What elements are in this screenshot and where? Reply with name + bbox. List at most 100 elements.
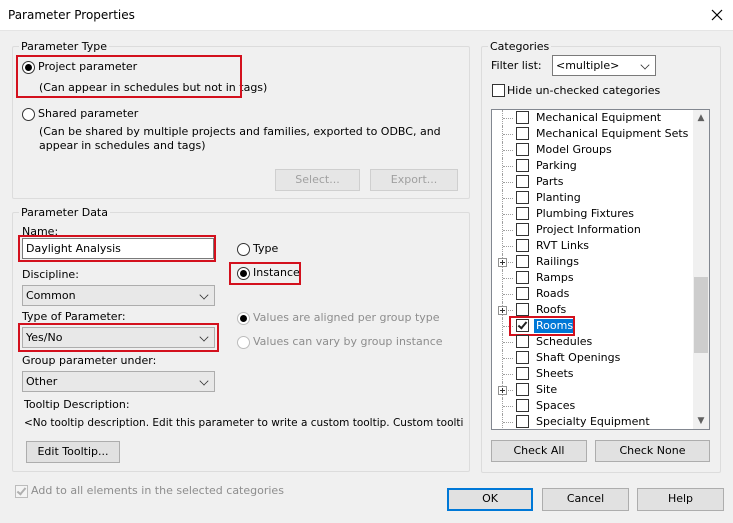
check-none-button[interactable]: Check None	[595, 440, 710, 462]
tree-line	[503, 230, 513, 231]
tree-line	[503, 214, 513, 215]
category-row[interactable]: Ramps	[492, 270, 692, 286]
add-to-all-label: Add to all elements in the selected cate…	[31, 484, 284, 497]
category-row[interactable]: Shaft Openings	[492, 350, 692, 366]
tree-line	[503, 294, 513, 295]
aligned-per-group-radio[interactable]	[237, 312, 250, 325]
category-checkbox[interactable]	[516, 351, 529, 364]
category-checkbox[interactable]	[516, 415, 529, 428]
category-checkbox[interactable]	[516, 367, 529, 380]
cancel-button[interactable]: Cancel	[542, 488, 629, 511]
category-checkbox[interactable]	[516, 207, 529, 220]
tree-line	[503, 246, 513, 247]
category-checkbox[interactable]	[516, 287, 529, 300]
category-row[interactable]: Planting	[492, 190, 692, 206]
shared-parameter-description-2: appear in schedules and tags)	[39, 139, 206, 152]
category-row[interactable]: Plumbing Fixtures	[492, 206, 692, 222]
category-row[interactable]: Mechanical Equipment Sets	[492, 126, 692, 142]
name-highlight	[18, 235, 216, 262]
category-row[interactable]: Model Groups	[492, 142, 692, 158]
add-to-all-checkbox[interactable]	[15, 485, 28, 498]
tree-line	[503, 198, 513, 199]
categories-tree[interactable]: Mechanical Equipment Mechanical Equipment…	[491, 109, 710, 430]
category-checkbox[interactable]	[516, 111, 529, 124]
category-row[interactable]: Parts	[492, 174, 692, 190]
chevron-down-icon	[199, 290, 209, 300]
expand-plus-icon[interactable]	[498, 386, 507, 395]
category-label: Parking	[536, 159, 577, 172]
tree-line	[503, 374, 513, 375]
window-title: Parameter Properties	[8, 8, 135, 22]
category-checkbox[interactable]	[516, 159, 529, 172]
edit-tooltip-button[interactable]: Edit Tooltip...	[26, 441, 120, 463]
scroll-up-icon[interactable]: ▲	[693, 110, 709, 126]
tree-line	[503, 358, 513, 359]
filter-list-dropdown[interactable]: <multiple>	[552, 55, 656, 76]
category-row[interactable]: Parking	[492, 158, 692, 174]
hide-unchecked-label: Hide un-checked categories	[507, 84, 661, 97]
category-row[interactable]: Schedules	[492, 334, 692, 350]
chevron-down-icon	[640, 60, 650, 70]
scrollbar-thumb[interactable]	[694, 277, 708, 353]
category-row[interactable]: Spaces	[492, 398, 692, 414]
category-row[interactable]: Sheets	[492, 366, 692, 382]
category-row[interactable]: Site	[492, 382, 692, 398]
hide-unchecked-checkbox[interactable]	[492, 84, 505, 97]
category-checkbox[interactable]	[516, 239, 529, 252]
category-row[interactable]: Railings	[492, 254, 692, 270]
discipline-value: Common	[26, 289, 76, 302]
group-parameter-under-dropdown[interactable]: Other	[22, 371, 215, 392]
chevron-down-icon	[199, 376, 209, 386]
category-checkbox[interactable]	[516, 223, 529, 236]
discipline-dropdown[interactable]: Common	[22, 285, 215, 306]
categories-title: Categories	[488, 40, 552, 53]
category-label: RVT Links	[536, 239, 590, 252]
category-row[interactable]: Specialty Equipment	[492, 414, 692, 429]
categories-scrollbar[interactable]: ▲ ▼	[693, 110, 709, 429]
category-row[interactable]: RVT Links	[492, 238, 692, 254]
category-label: Railings	[536, 255, 579, 268]
parameter-data-title: Parameter Data	[19, 206, 110, 219]
category-checkbox[interactable]	[516, 399, 529, 412]
category-row[interactable]: Roads	[492, 286, 692, 302]
instance-highlight	[229, 262, 301, 285]
category-row[interactable]: Rooms	[492, 316, 692, 336]
category-label: Project Information	[536, 223, 641, 236]
filter-list-value: <multiple>	[556, 59, 620, 72]
category-checkbox[interactable]	[516, 303, 529, 316]
expand-plus-icon[interactable]	[498, 306, 507, 315]
category-label: Ramps	[536, 271, 574, 284]
discipline-label: Discipline:	[22, 268, 79, 281]
category-label: Schedules	[536, 335, 593, 348]
category-checkbox[interactable]	[516, 383, 529, 396]
tree-line	[503, 422, 513, 423]
close-button[interactable]	[701, 0, 733, 31]
help-button[interactable]: Help	[637, 488, 724, 511]
type-radio-label: Type	[253, 242, 279, 255]
category-row[interactable]: Project Information	[492, 222, 692, 238]
close-icon	[711, 9, 723, 21]
category-checkbox[interactable]	[516, 335, 529, 348]
category-checkbox[interactable]	[516, 271, 529, 284]
aligned-per-group-label: Values are aligned per group type	[253, 311, 440, 324]
vary-by-instance-radio[interactable]	[237, 336, 250, 349]
export-button[interactable]: Export...	[370, 169, 458, 191]
tree-line	[503, 342, 513, 343]
select-button[interactable]: Select...	[275, 169, 360, 191]
type-radio[interactable]	[237, 243, 250, 256]
shared-parameter-description-1: (Can be shared by multiple projects and …	[39, 125, 441, 138]
shared-parameter-label: Shared parameter	[38, 107, 139, 120]
tree-line	[503, 406, 513, 407]
category-checkbox[interactable]	[516, 191, 529, 204]
category-checkbox[interactable]	[516, 255, 529, 268]
category-row[interactable]: Mechanical Equipment	[492, 110, 692, 126]
category-checkbox[interactable]	[516, 175, 529, 188]
check-all-button[interactable]: Check All	[491, 440, 587, 462]
category-checkbox[interactable]	[516, 127, 529, 140]
scroll-down-icon[interactable]: ▼	[693, 413, 709, 429]
category-label: Mechanical Equipment	[536, 111, 662, 124]
ok-button[interactable]: OK	[447, 488, 533, 511]
expand-plus-icon[interactable]	[498, 258, 507, 267]
shared-parameter-radio[interactable]	[22, 108, 35, 121]
category-checkbox[interactable]	[516, 143, 529, 156]
